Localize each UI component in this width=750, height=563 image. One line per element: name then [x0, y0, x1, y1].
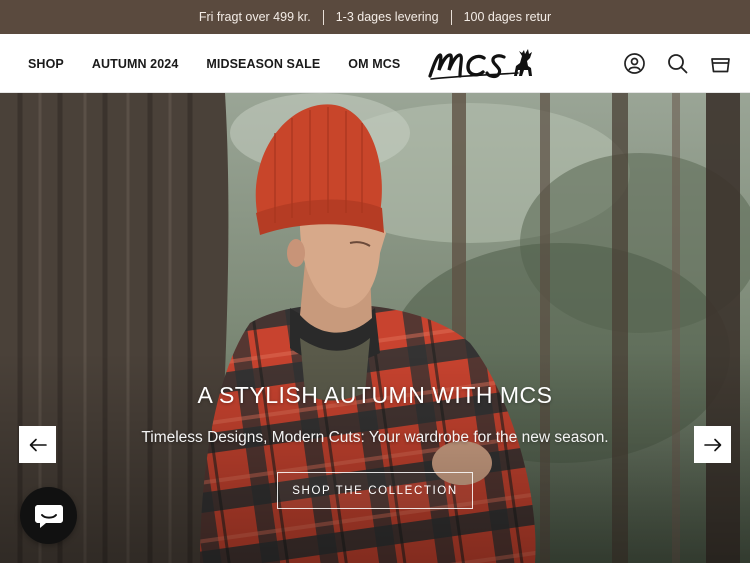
nav-midseason-sale[interactable]: MIDSEASON SALE [206, 57, 320, 71]
chat-bubble-icon [34, 504, 63, 528]
announcement-bar: Fri fragt over 499 kr. 1-3 dages leverin… [0, 0, 750, 34]
chat-button[interactable] [20, 487, 77, 544]
announcement-returns: 100 dages retur [463, 10, 552, 24]
nav-om-mcs[interactable]: OM MCS [348, 57, 400, 71]
announcement-free-shipping: Fri fragt over 499 kr. [198, 10, 311, 24]
main-nav: SHOP AUTUMN 2024 MIDSEASON SALE OM MCS [28, 34, 400, 93]
slider-next-button[interactable] [694, 426, 731, 463]
announcement-delivery: 1-3 dages levering [335, 10, 439, 24]
nav-shop[interactable]: SHOP [28, 57, 64, 71]
mcs-logo [428, 49, 532, 80]
nav-autumn-2024[interactable]: AUTUMN 2024 [92, 57, 179, 71]
arrow-left-icon [29, 438, 47, 451]
site-logo[interactable] [428, 46, 540, 82]
search-icon[interactable] [666, 52, 689, 75]
arrow-right-icon [703, 438, 721, 451]
account-icon[interactable] [623, 52, 646, 75]
header-icons [623, 34, 732, 93]
shop-collection-button[interactable]: SHOP THE COLLECTION [277, 472, 473, 509]
site-header: SHOP AUTUMN 2024 MIDSEASON SALE OM MCS [0, 34, 750, 93]
hero-subtitle: Timeless Designs, Modern Cuts: Your ward… [141, 429, 609, 446]
slider-prev-button[interactable] [19, 426, 56, 463]
hero-title: A STYLISH AUTUMN WITH MCS [197, 382, 553, 408]
hero-banner: A STYLISH AUTUMN WITH MCS Timeless Desig… [0, 93, 750, 563]
cart-icon[interactable] [709, 52, 732, 75]
